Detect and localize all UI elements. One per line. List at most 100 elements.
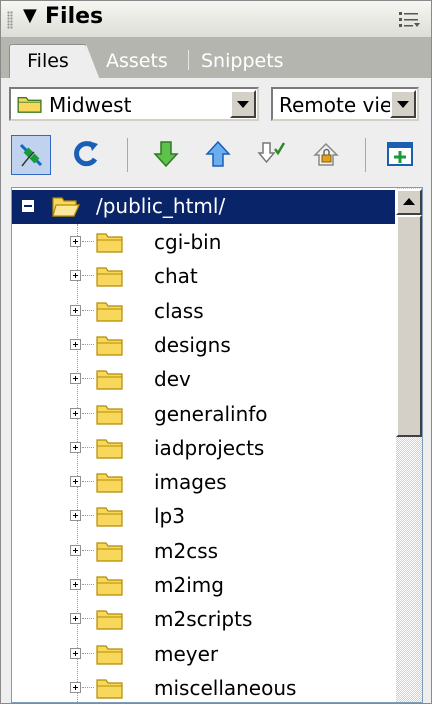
expand-icon[interactable] <box>70 441 81 453</box>
expand-icon[interactable] <box>70 647 81 659</box>
tree-connector <box>82 446 94 448</box>
check-out-button[interactable] <box>253 135 293 175</box>
expand-icon[interactable] <box>70 681 81 693</box>
expand-icon[interactable] <box>70 304 81 316</box>
collapse-icon[interactable] <box>22 200 34 212</box>
tree-folder-label: miscellaneous <box>154 675 297 700</box>
tree-folder-label: meyer <box>154 641 219 666</box>
tree-connector <box>82 343 94 345</box>
tree-connector <box>82 412 94 414</box>
tree-folder-row[interactable]: m2scripts <box>12 603 395 637</box>
folder-icon <box>96 336 123 356</box>
expand-view-icon <box>387 142 413 166</box>
get-files-button[interactable] <box>147 135 187 175</box>
tab-assets[interactable]: Assets <box>106 50 168 72</box>
view-select-value: Remote vie <box>279 93 391 117</box>
tree-folder-label: class <box>154 298 204 323</box>
tree-folder-row[interactable]: designs <box>12 329 395 363</box>
expand-icon[interactable] <box>70 407 81 419</box>
tree-folder-label: images <box>154 470 227 495</box>
tree-connector <box>82 309 94 311</box>
expand-icon[interactable] <box>70 613 81 625</box>
tree-folder-row[interactable]: generalinfo <box>12 398 395 432</box>
tree-folder-row[interactable]: lp3 <box>12 500 395 534</box>
site-select[interactable]: Midwest <box>9 87 259 121</box>
tree-folder-label: iadprojects <box>154 435 265 460</box>
tree-folder-label: chat <box>154 264 198 289</box>
expand-icon[interactable] <box>70 373 81 385</box>
tree-connector <box>82 652 94 654</box>
tree-folder-row[interactable]: cgi-bin <box>12 226 395 260</box>
tree-connector <box>82 584 94 585</box>
folder-icon <box>96 439 123 459</box>
tree-connector <box>82 686 94 688</box>
folder-icon <box>96 473 123 493</box>
panel-grip-icon[interactable] <box>7 11 13 29</box>
down-arrow-icon <box>153 141 179 168</box>
put-files-button[interactable] <box>199 135 239 175</box>
tree-folder-label: generalinfo <box>154 401 268 426</box>
expand-icon[interactable] <box>70 476 81 488</box>
folder-icon <box>96 301 123 322</box>
expand-icon[interactable] <box>70 544 81 556</box>
open-folder-icon <box>52 197 80 217</box>
refresh-icon <box>74 141 98 167</box>
folder-icon <box>96 370 123 390</box>
files-panel: ▼ Files Files Assets Snippets Midwest Re… <box>0 0 432 704</box>
vertical-scrollbar[interactable] <box>396 188 422 702</box>
scroll-thumb[interactable] <box>396 215 422 437</box>
checkin-lock-icon <box>313 142 339 166</box>
folder-icon <box>96 233 123 253</box>
tree-folder-row[interactable]: images <box>12 466 395 500</box>
tree-folder-row[interactable]: m2css <box>12 535 395 569</box>
view-select[interactable]: Remote vie <box>271 87 419 121</box>
file-tree[interactable]: /public_html/ cgi-bin chat class designs dev… <box>11 187 423 703</box>
expand-icon[interactable] <box>70 270 81 282</box>
view-dropdown-icon[interactable] <box>390 90 416 118</box>
tree-root-label: /public_html/ <box>96 194 226 218</box>
folder-icon <box>96 507 123 527</box>
expand-button[interactable] <box>381 135 421 175</box>
collapse-arrow-icon[interactable]: ▼ <box>23 5 37 26</box>
tree-connector <box>82 275 94 277</box>
tab-snippets[interactable]: Snippets <box>201 50 284 72</box>
tree-folder-row[interactable]: iadprojects <box>12 432 395 466</box>
tree-connector <box>82 618 94 620</box>
files-toolbar <box>1 130 431 184</box>
tree-connector <box>82 241 94 242</box>
check-in-button[interactable] <box>307 135 347 175</box>
folder-icon <box>96 576 123 596</box>
scroll-up-icon[interactable] <box>396 189 422 215</box>
folder-icon <box>96 679 123 699</box>
panel-title[interactable]: Files <box>45 4 103 29</box>
panel-title-bar[interactable]: ▼ Files <box>1 1 431 38</box>
expand-icon[interactable] <box>70 236 81 247</box>
expand-icon[interactable] <box>70 579 81 590</box>
tree-connector <box>82 549 94 551</box>
tab-files[interactable]: Files <box>9 44 100 80</box>
folder-icon <box>96 644 123 665</box>
folder-icon <box>96 542 123 562</box>
refresh-button[interactable] <box>67 135 107 175</box>
tree-folder-row[interactable]: dev <box>12 363 395 397</box>
tree-folder-row[interactable]: meyer <box>12 638 395 672</box>
tree-connector <box>82 515 94 517</box>
panel-options-icon[interactable] <box>399 11 421 28</box>
site-bar: Midwest Remote vie <box>1 78 431 130</box>
checkout-icon <box>257 142 286 164</box>
tree-root-row[interactable]: /public_html/ <box>12 190 395 224</box>
folder-icon <box>96 610 123 630</box>
folder-icon <box>96 404 123 425</box>
tree-folder-label: m2img <box>154 573 224 597</box>
connect-button[interactable] <box>11 135 51 175</box>
expand-icon[interactable] <box>70 338 81 350</box>
site-select-value: Midwest <box>49 93 132 117</box>
expand-icon[interactable] <box>70 510 81 522</box>
site-dropdown-icon[interactable] <box>230 90 256 118</box>
tree-folder-row[interactable]: miscellaneous <box>12 672 395 702</box>
tab-separator <box>188 50 189 70</box>
tree-folder-row[interactable]: class <box>12 295 395 329</box>
tree-folder-row[interactable]: chat <box>12 260 395 294</box>
connect-plug-icon <box>19 143 43 167</box>
tree-folder-row[interactable]: m2img <box>12 569 395 603</box>
